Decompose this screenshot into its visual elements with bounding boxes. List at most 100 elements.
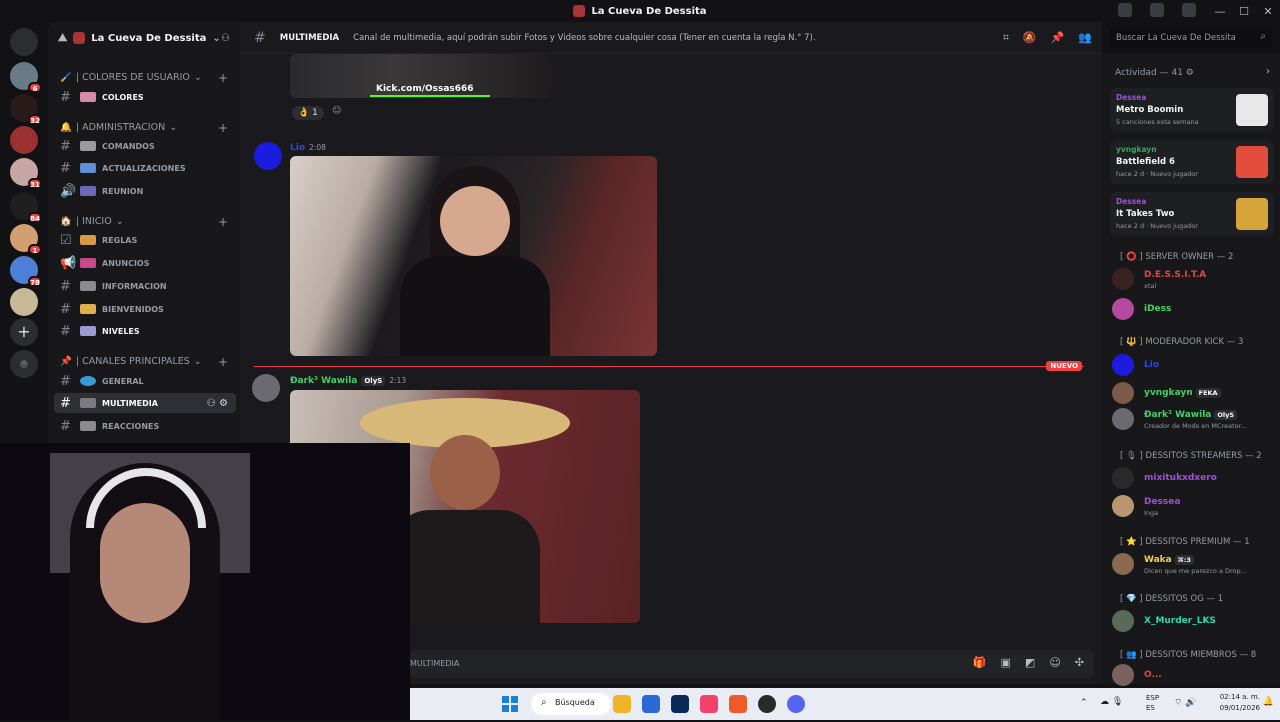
add-channel-icon[interactable]: + [218,215,228,229]
gift-icon[interactable]: 🎁 [973,656,987,669]
member-list-icon[interactable]: 👥 [1078,31,1092,45]
member-item[interactable]: mixitukxdxero [1112,465,1278,491]
invite-icon[interactable]: ⚇ [221,33,230,44]
channel-reunion[interactable]: 🔊 REUNION [54,181,236,201]
taskbar-search[interactable]: ⌕ Búsqueda [531,693,611,715]
brave-icon[interactable] [729,695,747,713]
category-administracion[interactable]: 🔔 | ADMINISTRACION ⌄ + [60,121,232,135]
apps-icon[interactable]: ✣ [1075,656,1084,669]
avatar[interactable] [254,142,282,170]
inbox-icon[interactable] [1118,3,1132,17]
server-icon[interactable]: 1 [10,224,42,255]
channel-anuncios[interactable]: 📢 ANUNCIOS [54,253,236,273]
channel-reacciones[interactable]: # REACCIONES [54,416,236,436]
server-icon[interactable] [10,288,38,316]
obs-icon[interactable] [758,695,776,713]
member-item[interactable]: Lio [1112,352,1278,378]
help-icon[interactable] [1182,3,1196,17]
activity-card[interactable]: Dessea It Takes Two hace 2 d · Nuevo jug… [1110,192,1274,236]
close-button[interactable]: ✕ [1256,5,1280,18]
category-canales-principales[interactable]: 📌 | CANALES PRINCIPALES ⌄ + [60,355,232,369]
activity-card[interactable]: Dessea Metro Boomin 5 canciones esta sem… [1110,88,1274,132]
photoshop-icon[interactable] [671,695,689,713]
mute-icon[interactable]: 🔕 [1023,31,1037,45]
message-image[interactable] [290,156,657,356]
channel-settings-icon[interactable]: ⚇ ⚙ [207,398,228,409]
member-item[interactable]: D.E.S.S.I.T.A xtal [1112,266,1278,292]
server-icon[interactable]: 32 [10,94,42,125]
tray-overflow-icon[interactable]: ⌃ [1080,698,1088,708]
channel-emoji [80,376,96,386]
channel-actualizaciones[interactable]: # ACTUALIZACIONES [54,158,236,178]
member-item[interactable]: X_Murder_LKS [1112,608,1278,634]
channel-topic[interactable]: Canal de multimedia, aquí podrán subir F… [353,33,815,43]
tray-apps-icon[interactable]: ☁ 🎙 [1100,697,1123,707]
category-inicio[interactable]: 🏠 | INICIO ⌄ + [60,215,232,229]
channel-informacion[interactable]: # INFORMACION [54,276,236,296]
add-reaction-icon[interactable]: ☺ [332,106,341,116]
chevron-right-icon[interactable]: › [1266,66,1270,77]
emoji-icon[interactable]: ☺ [1049,656,1060,669]
screen-icon[interactable] [1150,3,1164,17]
message-author[interactable]: Ðark³ Wawila OlyS 2:13 [290,376,406,386]
category-label: | CANALES PRINCIPALES [75,356,190,367]
avatar[interactable] [252,374,280,402]
channel-comandos[interactable]: # COMANDOS [54,136,236,156]
member-status: Dicen que me parezco a Drop... [1144,567,1247,575]
member-item[interactable]: Waka ⌘:3 Dicen que me parezco a Drop... [1112,551,1278,577]
start-icon[interactable] [502,696,518,712]
member-item[interactable]: yvngkayn FEKA [1112,380,1278,406]
music-icon[interactable] [700,695,718,713]
keyboard-code: ES [1146,704,1155,712]
language-indicator[interactable]: ESP ES [1146,693,1159,713]
server-icon-current[interactable] [10,126,38,154]
server-icon[interactable]: 84 [10,192,42,223]
maximize-button[interactable]: ☐ [1232,5,1256,18]
member-item[interactable]: Ðark³ Wawila OlyS Creador de Mods en MCre… [1112,406,1278,432]
server-icon[interactable]: 6 [10,62,42,93]
search-input[interactable]: Buscar La Cueva De Dessita ⌕ [1110,28,1272,48]
channel-bienvenidos[interactable]: # BIENVENIDOS [54,299,236,319]
discord-icon[interactable] [787,695,805,713]
activity-card[interactable]: yvngkayn Battlefield 6 hace 2 d · Nuevo … [1110,140,1274,184]
direct-messages-icon[interactable] [10,28,38,56]
reaction-chip[interactable]: 👌 1 [292,106,324,120]
activity-title: It Takes Two [1116,209,1175,219]
chevron-down-icon: ⌄ [193,356,202,367]
channel-label: INFORMACION [102,281,167,291]
channel-multimedia[interactable]: # MULTIMEDIA ⚇ ⚙ [54,393,236,413]
channel-reglas[interactable]: ☑ REGLAS [54,230,236,250]
gear-icon[interactable]: ⚙ [1186,68,1194,78]
sticker-icon[interactable]: ◩ [1025,656,1035,669]
new-messages-badge: NUEVO [1046,361,1082,371]
clock[interactable]: 02:14 a. m. 09/01/2026 [1220,692,1260,714]
server-icon[interactable]: 78 [10,256,42,287]
channel-colores[interactable]: # COLORES [54,87,236,107]
pin-icon[interactable]: 📌 [1051,31,1065,45]
channel-general[interactable]: # GENERAL [54,371,236,391]
member-item[interactable]: Dessea Inga [1112,493,1278,519]
discover-icon[interactable]: ⌾ [10,350,38,378]
explorer-icon[interactable] [613,695,631,713]
server-header[interactable]: ⛰ La Cueva De Dessita ⌄ ⚇ [48,22,240,54]
network-volume-icon[interactable]: ⌔ 🔊 [1174,697,1197,708]
add-channel-icon[interactable]: + [218,355,228,369]
message-composer[interactable]: MULTIMEDIA 🎁 ▣ ◩ ☺ ✣ [410,650,1094,678]
threads-icon[interactable]: ⌗ [1003,31,1009,45]
store-icon[interactable] [642,695,660,713]
notification-icon[interactable]: 🔔 [1263,697,1274,707]
message-author[interactable]: Lio 2:08 [290,143,326,153]
category-colores[interactable]: 🖌️ | COLORES DE USUARIO ⌄ + [60,71,232,85]
add-server-icon[interactable]: + [10,318,38,346]
server-icon[interactable]: 31 [10,158,42,189]
add-channel-icon[interactable]: + [218,121,228,135]
search-icon: ⌕ [1260,31,1266,42]
category-emoji: 🏠 [60,216,72,227]
member-item[interactable]: iDess [1112,296,1278,322]
add-channel-icon[interactable]: + [218,71,228,85]
channel-niveles[interactable]: # NIVELES [54,321,236,341]
message-image[interactable]: Kick.com/Ossas666 [290,54,552,98]
gif-icon[interactable]: ▣ [1001,656,1011,669]
minimize-button[interactable]: — [1208,5,1232,18]
member-item[interactable]: O... [1112,662,1278,688]
